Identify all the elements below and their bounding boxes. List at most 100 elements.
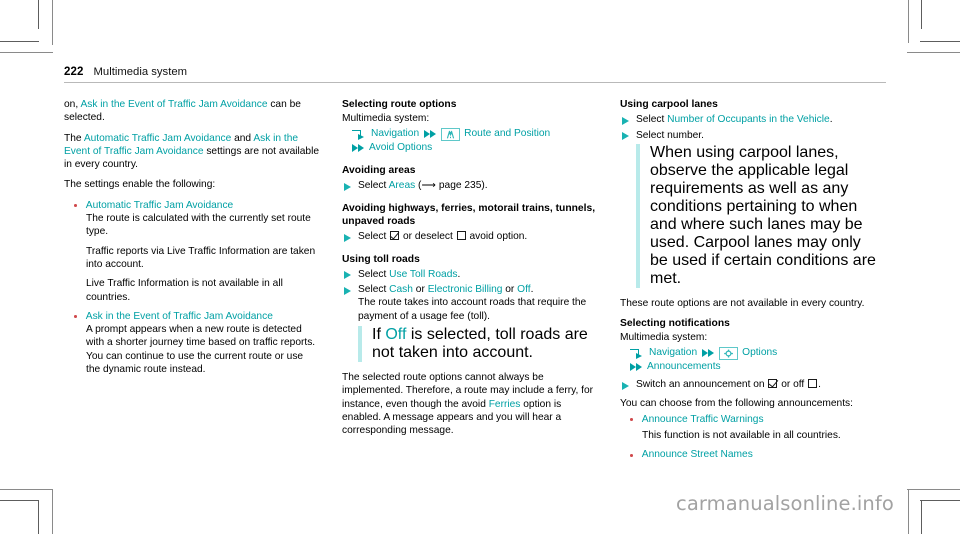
link-ask-in-event-1[interactable]: Ask in the Event of Traffic Jam Avoidanc… xyxy=(80,99,267,110)
note-off-toll-roads-text: If Off is selected, toll roads are not t… xyxy=(372,326,598,362)
crop-mark-top-right-vertical xyxy=(921,0,922,29)
crop-mark-top-right-vertical-outer xyxy=(908,0,909,43)
crop-mark-top-left-vertical xyxy=(38,0,39,29)
step-select-billing-mode: Select Cash or Electronic Billing or Off… xyxy=(342,283,598,323)
left-column: on, Ask in the Event of Traffic Jam Avoi… xyxy=(64,98,320,488)
step-4-note-2-pre: If xyxy=(372,326,386,344)
paragraph-route-options-country: These route options are not available in… xyxy=(620,297,865,309)
crop-mark-bottom-left-horizontal xyxy=(0,500,39,501)
heading-avoiding-areas: Avoiding areas xyxy=(342,165,416,177)
note-off-toll-roads: If Off is selected, toll roads are not t… xyxy=(358,326,598,363)
crop-mark-bottom-right-horizontal-outer xyxy=(907,489,960,490)
list-item: Announce Traffic Warnings xyxy=(620,413,876,426)
paragraph-1-pre: on, xyxy=(64,99,81,110)
paragraph-choose-announcements: You can choose from the following announ… xyxy=(620,397,853,409)
step-4-note-1: The route takes into account roads that … xyxy=(358,297,587,322)
list-item: Ask in the Event of Traffic Jam Avoidanc… xyxy=(64,310,320,323)
link-automatic-traffic-jam-avoidance-1[interactable]: Automatic Traffic Jam Avoidance xyxy=(84,133,231,144)
step-select-use-toll-roads: Select Use Toll Roads. xyxy=(342,268,598,281)
r-step-1-pre: Select xyxy=(636,114,668,126)
crop-mark-bottom-left-vertical xyxy=(38,500,39,534)
step-select-avoid-option: Select or deselect avoid option. xyxy=(342,230,598,243)
right-column: Using carpool lanes Select Number of Occ… xyxy=(620,98,876,488)
bullet-0-para-1: Traffic reports via Live Traffic Informa… xyxy=(86,245,316,270)
lead-multimedia-system-1: Multimedia system: xyxy=(342,112,430,124)
step-switch-announcement: Switch an announcement on or off . xyxy=(620,378,876,391)
step-arrow-icon xyxy=(622,381,629,390)
menu-path-route-options: Navigation Route and Position Avoid Opti… xyxy=(352,127,598,155)
step-select-avoid-option-text: Select or deselect avoid option. xyxy=(358,230,527,243)
crop-mark-top-right-horizontal xyxy=(920,41,960,42)
r-step-2-line: Select number. xyxy=(636,129,704,141)
step-arrow-icon xyxy=(344,182,351,191)
step-select-use-toll-roads-text: Select Use Toll Roads. xyxy=(358,268,460,281)
double-chevron-icon xyxy=(702,348,715,358)
menu-item-options[interactable]: Options xyxy=(742,346,777,360)
link-areas[interactable]: Areas xyxy=(389,180,416,191)
link-electronic-billing[interactable]: Electronic Billing xyxy=(428,284,503,295)
checkbox-unchecked-icon xyxy=(808,379,818,389)
step-select-occupants: Select Number of Occupants in the Vehicl… xyxy=(620,113,876,126)
site-watermark: carmanualsonline.info xyxy=(676,492,894,515)
crop-mark-top-left-horizontal-outer xyxy=(0,52,53,53)
paragraph-traffic-jam-intro: on, Ask in the Event of Traffic Jam Avoi… xyxy=(64,98,320,125)
r-step-1-post: . xyxy=(829,114,833,126)
step-arrow-icon xyxy=(622,116,629,125)
step-select-number-body: Select number. xyxy=(636,129,704,142)
link-number-of-occupants[interactable]: Number of Occupants in the Vehicle xyxy=(667,114,830,125)
list-item: Announce Street Names xyxy=(620,448,876,461)
crop-mark-bottom-left-horizontal-outer xyxy=(0,489,53,490)
link-off-1[interactable]: Off xyxy=(517,284,530,295)
list-item: Automatic Traffic Jam Avoidance xyxy=(64,199,320,212)
bullet-label-ask-in-event-of-traffic-jam-avoidance[interactable]: Ask in the Event of Traffic Jam Avoidanc… xyxy=(86,310,273,323)
r-step-3-b: or off xyxy=(778,379,808,391)
step-3-pre: Select xyxy=(358,268,390,280)
crop-mark-bottom-right-horizontal xyxy=(920,500,960,501)
checkbox-unchecked-icon xyxy=(456,231,466,241)
bullet-label-announce-street-names[interactable]: Announce Street Names xyxy=(642,448,753,461)
step-4-pre: Select xyxy=(358,284,390,296)
step-select-number: Select number. xyxy=(620,129,876,142)
crop-mark-bottom-right-vertical-outer xyxy=(908,489,909,534)
menu-item-route-and-position[interactable]: Route and Position xyxy=(464,127,550,141)
heading-selecting-notifications: Selecting notifications xyxy=(620,318,730,330)
step-select-areas: Select Areas (⟶ page 235). xyxy=(342,179,598,192)
step-2-a: Select xyxy=(358,231,390,243)
bullet-label-announce-traffic-warnings[interactable]: Announce Traffic Warnings xyxy=(642,413,764,426)
double-chevron-icon xyxy=(630,362,643,372)
enter-menu-icon xyxy=(352,129,367,140)
link-ferries[interactable]: Ferries xyxy=(489,399,521,410)
step-1-post: (⟶ page 235). xyxy=(415,180,488,192)
options-gear-icon xyxy=(719,346,739,360)
bullet-dot-icon xyxy=(74,204,77,207)
bullet-dot-icon xyxy=(630,453,633,457)
bullet-1-para-0: A prompt appears when a new route is det… xyxy=(86,324,316,376)
heading-using-toll-roads: Using toll roads xyxy=(342,253,420,265)
paragraph-route-options-closing: The selected route options cannot always… xyxy=(342,371,598,437)
menu-item-navigation[interactable]: Navigation xyxy=(371,127,419,141)
r-step-3-c: . xyxy=(818,379,821,391)
menu-item-announcements[interactable]: Announcements xyxy=(647,360,721,374)
link-off-2[interactable]: Off xyxy=(385,326,406,343)
double-chevron-icon xyxy=(352,143,365,153)
page-columns: on, Ask in the Event of Traffic Jam Avoi… xyxy=(64,98,886,488)
note-carpool-lanes-text: When using carpool lanes, observe the ap… xyxy=(650,143,876,287)
heading-avoiding-highways: Avoiding highways, ferries, motorail tra… xyxy=(342,202,596,227)
link-use-toll-roads[interactable]: Use Toll Roads xyxy=(389,269,457,280)
bullet-0-para-0: The route is calculated with the current… xyxy=(86,213,311,238)
paragraph-settings-availability: The Automatic Traffic Jam Avoidance and … xyxy=(64,132,320,172)
step-1-pre: Select xyxy=(358,180,389,192)
menu-item-avoid-options[interactable]: Avoid Options xyxy=(369,141,432,155)
crop-mark-top-left-horizontal xyxy=(0,41,39,42)
menu-item-navigation-2[interactable]: Navigation xyxy=(649,346,697,360)
step-arrow-icon xyxy=(344,286,351,295)
bullet-label-automatic-traffic-jam-avoidance[interactable]: Automatic Traffic Jam Avoidance xyxy=(86,199,233,212)
step-select-billing-mode-body: Select Cash or Electronic Billing or Off… xyxy=(358,283,598,323)
step-2-b: or deselect xyxy=(400,231,456,243)
step-arrow-icon xyxy=(344,271,351,280)
middle-column: Selecting route options Multimedia syste… xyxy=(342,98,598,488)
link-cash[interactable]: Cash xyxy=(389,284,413,295)
step-arrow-icon xyxy=(344,233,351,242)
step-select-areas-text: Select Areas (⟶ page 235). xyxy=(358,179,488,192)
step-4-mid: or xyxy=(412,284,428,296)
